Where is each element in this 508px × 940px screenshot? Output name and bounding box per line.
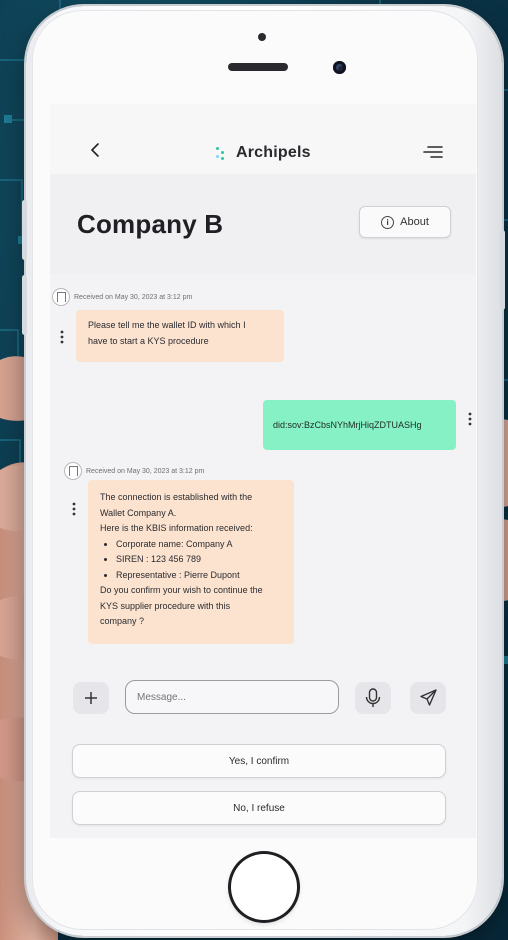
voice-message-button[interactable] [355,682,391,714]
archipels-logo-icon [216,146,228,160]
send-button[interactable] [410,682,446,714]
phone-side-button [22,200,27,260]
message-line: Here is the KBIS information received: [100,523,253,533]
menu-button[interactable] [422,144,444,160]
message-bubble-incoming: Please tell me the wallet ID with which … [76,310,284,362]
message-line: have to start a KYS procedure [88,335,209,346]
confirm-button-label: Yes, I confirm [228,755,290,767]
message-options-button[interactable] [468,412,472,426]
message-composer [50,674,476,734]
message-options-button[interactable] [72,502,76,516]
refuse-button[interactable]: No, I refuse [72,791,446,825]
chevron-left-icon [90,143,99,157]
kbis-info-list: Corporate name: Company A SIREN : 123 45… [100,537,282,584]
vertical-dots-icon [72,502,76,516]
brand-logo: Archipels [216,142,311,164]
app-screen: Archipels Company B i About Received on … [50,104,476,838]
message-line: Please tell me the wallet ID with which … [88,320,246,330]
top-bar: Archipels [50,104,476,174]
about-button-label: About [400,216,429,228]
conversation-header: Company B i About [50,174,476,274]
home-button[interactable] [228,851,300,923]
front-sensor [258,33,266,41]
page-title: Company B [77,209,224,239]
message-line: Wallet Company A. [100,507,177,518]
message-text: did:sov:BzCbsNYhMrjHiqZDTUASHg [273,420,422,430]
message-bubble-incoming: The connection is established with the W… [88,480,294,644]
building-avatar-icon [64,462,82,480]
refuse-button-label: No, I refuse [233,802,285,814]
building-avatar-icon [52,288,70,306]
send-icon [420,689,437,706]
message-options-button[interactable] [60,330,64,344]
vertical-dots-icon [60,330,64,344]
phone-side-button [22,275,27,335]
chat-thread: Received on May 30, 2023 at 3:12 pm Plea… [50,274,476,674]
kbis-info-item: SIREN : 123 456 789 [116,552,282,568]
attach-button[interactable] [73,682,109,714]
message-timestamp: Received on May 30, 2023 at 3:12 pm [86,467,205,475]
brand-name: Archipels [236,144,311,161]
message-line: Do you confirm your wish to continue the [100,585,263,595]
phone-speaker [228,63,288,71]
plus-icon [85,692,97,704]
kbis-info-item: Representative : Pierre Dupont [116,568,282,584]
message-line: The connection is established with the [100,492,253,502]
message-timestamp: Received on May 30, 2023 at 3:12 pm [74,293,193,301]
message-meta: Received on May 30, 2023 at 3:12 pm [64,462,204,480]
message-meta: Received on May 30, 2023 at 3:12 pm [52,288,192,306]
vertical-dots-icon [468,412,472,426]
microphone-icon [365,688,381,707]
kbis-info-item: Corporate name: Company A [116,537,282,553]
menu-icon [423,146,443,158]
back-button[interactable] [86,140,106,160]
info-icon: i [381,215,395,229]
phone-side-button [500,230,505,310]
message-line: KYS supplier procedure with this [100,600,231,611]
confirm-button[interactable]: Yes, I confirm [72,744,446,778]
front-camera [333,61,346,74]
message-input[interactable] [125,680,339,714]
message-bubble-outgoing: did:sov:BzCbsNYhMrjHiqZDTUASHg [263,400,456,450]
message-line: company ? [100,616,145,626]
about-button[interactable]: i About [359,206,451,238]
